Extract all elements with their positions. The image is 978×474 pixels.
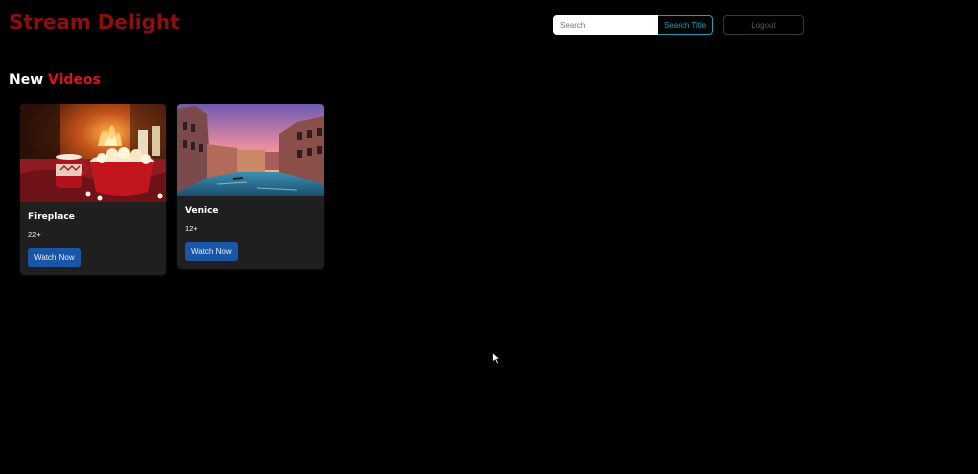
video-card-venice: Venice 12+ Watch Now [177,104,324,269]
card-body: Fireplace 22+ Watch Now [20,212,166,267]
video-title: Fireplace [28,212,75,222]
search-input[interactable] [553,15,658,35]
venice-canal-thumbnail[interactable] [177,104,324,196]
watch-now-button[interactable]: Watch Now [185,242,238,261]
page: Stream Delight Search Title Logout New V… [0,0,978,474]
watch-now-button[interactable]: Watch Now [28,248,81,267]
section-title: New Videos [9,72,101,88]
logout-button[interactable]: Logout [723,15,804,35]
section-title-white: New [9,72,44,88]
card-body: Venice 12+ Watch Now [177,206,324,261]
section-title-red: Videos [48,72,101,88]
video-rating: 12+ [185,224,198,233]
mouse-cursor-icon [492,351,502,370]
brand-title[interactable]: Stream Delight [9,10,180,34]
search-title-button[interactable]: Search Title [658,15,714,35]
video-card-fireplace: Fireplace 22+ Watch Now [20,104,166,275]
fireplace-popcorn-thumbnail[interactable] [20,104,166,202]
video-title: Venice [185,206,219,216]
search-form: Search Title [553,15,714,35]
video-rating: 22+ [28,230,41,239]
